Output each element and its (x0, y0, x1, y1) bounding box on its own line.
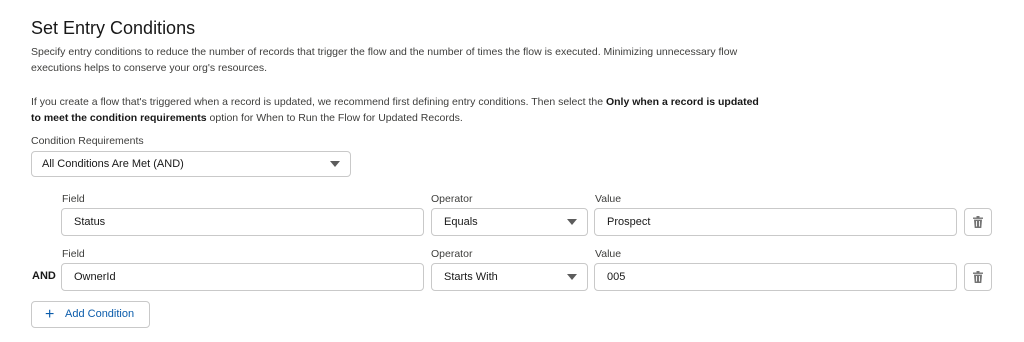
delete-condition-button[interactable] (964, 208, 992, 236)
and-label: AND (32, 270, 56, 282)
note-suffix: option for When to Run the Flow for Upda… (206, 112, 463, 124)
operator-value: Starts With (444, 271, 498, 283)
field-input[interactable]: Status (61, 208, 424, 236)
value-text: 005 (607, 271, 626, 283)
operator-label: Operator (431, 193, 473, 205)
chevron-down-icon (330, 161, 340, 167)
field-value: OwnerId (74, 271, 116, 283)
operator-select[interactable]: Starts With (431, 263, 588, 291)
section-description: Specify entry conditions to reduce the n… (31, 46, 738, 74)
trash-icon (973, 216, 983, 228)
operator-value: Equals (444, 216, 478, 228)
operator-select[interactable]: Equals (431, 208, 588, 236)
value-label: Value (595, 193, 622, 205)
section-title: Set Entry Conditions (31, 18, 196, 38)
field-label: Field (62, 193, 85, 205)
operator-label: Operator (431, 248, 473, 260)
note-prefix: If you create a flow that's triggered wh… (31, 96, 606, 108)
condition-requirements-value: All Conditions Are Met (AND) (42, 158, 184, 170)
chevron-down-icon (567, 219, 577, 225)
condition-requirements-select[interactable]: All Conditions Are Met (AND) (31, 151, 351, 177)
field-input[interactable]: OwnerId (61, 263, 424, 291)
add-condition-label: Add Condition (65, 308, 135, 320)
field-value: Status (74, 216, 106, 228)
value-label: Value (595, 248, 622, 260)
value-input[interactable]: Prospect (594, 208, 957, 236)
chevron-down-icon (567, 274, 577, 280)
value-input[interactable]: 005 (594, 263, 957, 291)
field-label: Field (62, 248, 85, 260)
plus-icon: + (45, 306, 55, 323)
condition-requirements-label: Condition Requirements (31, 135, 144, 147)
add-condition-button[interactable]: + Add Condition (31, 301, 150, 328)
value-text: Prospect (607, 216, 651, 228)
trash-icon (973, 271, 983, 283)
delete-condition-button[interactable] (964, 263, 992, 291)
section-note: If you create a flow that's triggered wh… (31, 94, 771, 126)
